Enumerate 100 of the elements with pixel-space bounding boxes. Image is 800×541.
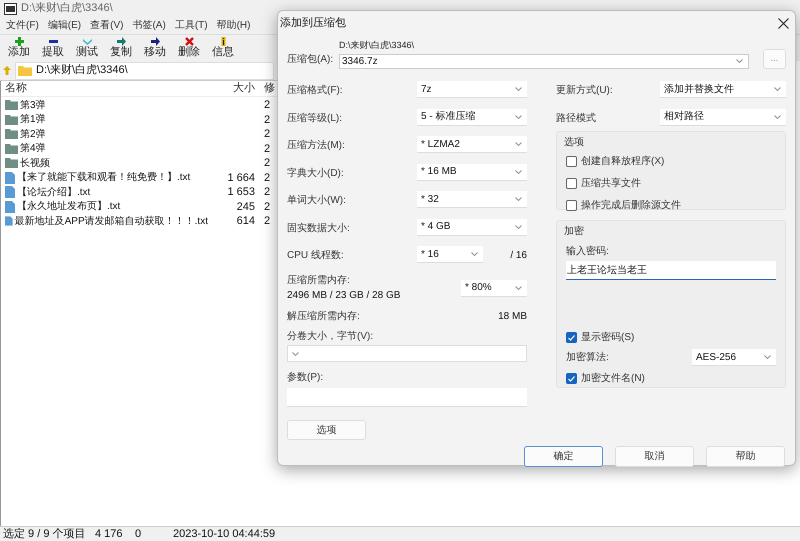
chevron-down-icon <box>515 286 522 290</box>
field-label: 压缩格式(F): <box>287 84 344 98</box>
menu-item[interactable]: 工具(T) <box>174 18 208 33</box>
dialog-button[interactable]: 确定 <box>524 446 603 467</box>
chevron-down-icon <box>471 252 478 256</box>
checkmark-icon <box>568 376 575 382</box>
field-label: 输入密码: <box>566 244 610 259</box>
checkbox[interactable]: 操作完成后删除源文件 <box>566 198 681 213</box>
browse-button[interactable]: ... <box>763 49 786 69</box>
document-icon <box>5 186 15 198</box>
document-icon <box>5 215 13 228</box>
minus-icon <box>48 37 58 46</box>
folder-icon <box>5 129 18 140</box>
plus-icon <box>14 37 24 46</box>
dropdown[interactable]: 相对路径 <box>660 108 786 126</box>
chevron-down-icon <box>515 87 522 91</box>
table-cell-text: 2 <box>263 170 272 186</box>
toolbar-button[interactable]: 信息 <box>207 35 239 59</box>
column-header[interactable]: 修 <box>258 81 277 97</box>
file-size: 245 <box>236 200 256 214</box>
file-size: 614 <box>236 214 256 229</box>
chevron-down-icon <box>736 59 743 63</box>
toolbar-button[interactable]: 添加 <box>3 35 35 59</box>
menu-item[interactable]: 编辑(E) <box>48 18 82 33</box>
menu-item[interactable]: 文件(F) <box>6 18 39 33</box>
app-icon <box>4 2 17 14</box>
menu-item[interactable]: 帮助(H) <box>216 18 250 33</box>
chevron-down-icon <box>515 170 522 174</box>
field-label: 路径模式 <box>556 112 597 126</box>
archive-name-field[interactable]: 3346.7z <box>339 54 749 68</box>
folder-icon <box>18 65 32 76</box>
field-label: CPU 线程数: <box>287 248 345 263</box>
file-name[interactable]: 【永久地址发布页】.txt <box>17 199 120 214</box>
arrow-right-icon <box>150 37 160 46</box>
menu-item[interactable]: 查看(V) <box>90 18 124 33</box>
table-cell-text: 2 <box>263 127 272 142</box>
column-header[interactable]: 大小 <box>208 81 258 97</box>
table-cell-text: 2 <box>263 214 272 229</box>
toolbar-button[interactable]: 删除 <box>173 35 205 59</box>
file-name[interactable]: 第2弹 <box>20 126 46 142</box>
dialog-button[interactable]: 取消 <box>615 446 694 467</box>
toolbar-button[interactable]: 复制 <box>105 35 137 59</box>
checkbox[interactable]: 加密文件名(N) <box>566 371 645 386</box>
chevron-down-icon <box>82 37 92 46</box>
field-label: 解压缩所需内存: <box>287 310 360 324</box>
field-label: 分卷大小，字节(V): <box>287 330 374 343</box>
menu-item[interactable]: 书签(A) <box>132 18 166 33</box>
chevron-down-icon <box>515 197 522 201</box>
dropdown[interactable]: 添加并替换文件 <box>660 81 786 98</box>
up-arrow-icon[interactable] <box>3 66 11 75</box>
status-text: 4 176 <box>95 528 123 540</box>
dropdown[interactable]: 5 - 标准压缩 <box>417 108 527 126</box>
dropdown[interactable]: * 80% <box>461 280 527 296</box>
table-cell-text: 2 <box>263 185 272 200</box>
folder-icon <box>5 100 18 110</box>
dropdown[interactable]: * 16 <box>417 246 483 263</box>
status-text: 选定 9 / 9 个项目 <box>3 528 86 540</box>
dropdown[interactable]: * 4 GB <box>417 218 527 236</box>
dropdown[interactable]: * 32 <box>417 191 527 208</box>
toolbar-button[interactable]: 提取 <box>37 35 69 59</box>
table-cell-text: 2 <box>263 112 272 128</box>
window-title: D:\来财\白虎\3346\ <box>21 1 113 16</box>
file-name[interactable]: 第3弹 <box>20 98 46 113</box>
parameters-field[interactable] <box>287 388 527 407</box>
file-name[interactable]: 长视频 <box>20 156 50 171</box>
toolbar-button[interactable]: 移动 <box>139 35 171 59</box>
chevron-down-icon <box>774 87 781 91</box>
field-label: 单词大小(W): <box>287 194 347 208</box>
field-label: 字典大小(D): <box>287 166 345 180</box>
dropdown[interactable]: 7z <box>417 81 527 98</box>
file-name[interactable]: 【来了就能下载和观看！纯免费！】.txt <box>17 170 190 186</box>
field-label: 压缩包(A): <box>287 52 334 67</box>
column-header[interactable]: 名称 <box>1 81 208 97</box>
table-cell-text: 2 <box>263 156 272 171</box>
document-icon <box>5 200 15 213</box>
folder-icon <box>5 114 18 125</box>
checkbox[interactable]: 压缩共享文件 <box>566 176 641 191</box>
close-icon[interactable] <box>778 18 789 28</box>
file-name[interactable]: 最新地址及APP请发邮箱自动获取！！！.txt <box>14 214 208 229</box>
file-name[interactable]: 第4弹 <box>20 141 46 156</box>
thread-count: / 16 <box>509 249 527 263</box>
dropdown[interactable]: * LZMA2 <box>417 136 527 153</box>
status-text: 2023-10-10 04:44:59 <box>173 528 276 540</box>
chevron-down-icon <box>764 355 771 359</box>
checkbox[interactable]: 显示密码(S) <box>566 330 634 345</box>
dropdown[interactable] <box>287 345 527 362</box>
file-name[interactable]: 【论坛介绍】.txt <box>17 184 90 200</box>
address-field[interactable]: D:\来财\白虎\3346\ <box>15 62 274 80</box>
dropdown[interactable]: AES-256 <box>692 349 776 366</box>
checkbox[interactable]: 创建自释放程序(X) <box>566 154 664 169</box>
dropdown[interactable]: * 16 MB <box>417 164 527 180</box>
file-name[interactable]: 第1弹 <box>20 112 46 128</box>
field-label: 压缩等级(L): <box>287 112 343 126</box>
password-field[interactable]: 上老王论坛当老王 <box>566 261 776 280</box>
dialog-button[interactable]: 帮助 <box>706 446 785 467</box>
options-button[interactable]: 选项 <box>287 420 366 440</box>
memory-usage: 2496 MB / 23 GB / 28 GB <box>287 289 402 303</box>
field-label: 加密算法: <box>566 350 610 365</box>
group-title: 加密 <box>564 224 585 239</box>
toolbar-button[interactable]: 测试 <box>71 35 103 59</box>
